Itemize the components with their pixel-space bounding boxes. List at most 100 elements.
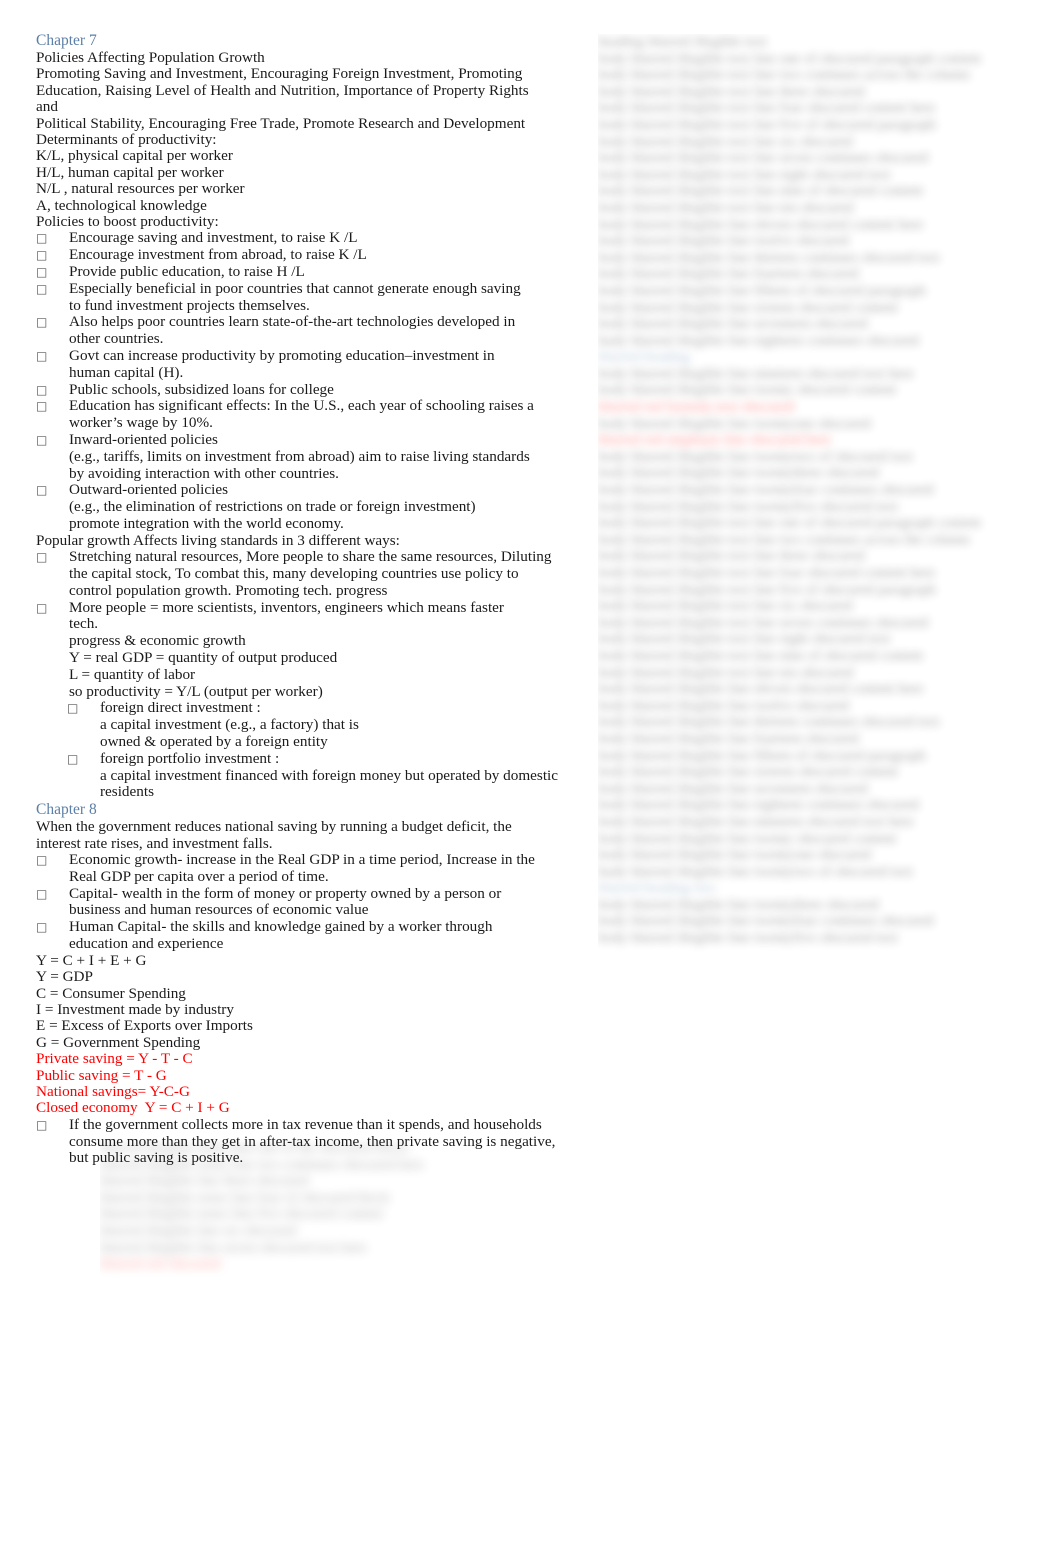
popular-growth-heading: Popular growth Affects living standards … <box>36 531 400 549</box>
bullet-box-icon: □ <box>36 382 48 397</box>
redacted-line: body blurred illegible line nineteen obs… <box>598 365 914 382</box>
list-item: □ Encourage saving and investment, to ra… <box>36 230 536 247</box>
redacted-line: body blurred illegible text line three o… <box>598 83 865 100</box>
red-formula-closed-economy: Closed economy Y = C + I + G <box>36 1099 230 1117</box>
bullet-box-icon: □ <box>36 550 48 565</box>
redacted-line: body blurred illegible text line seven c… <box>598 614 929 631</box>
redacted-bottom-left-content: blurred illegible notes line one of the … <box>100 1140 530 1273</box>
redacted-line: body blurred illegible line twenty obscu… <box>598 830 897 847</box>
redacted-line: body blurred illegible line twentyone ob… <box>598 415 871 432</box>
redacted-line: body blurred illegible text line six obs… <box>598 598 853 615</box>
red-formula-private-saving: Private saving = Y - T - C <box>36 1050 193 1068</box>
chapter7-line-9: Policies to boost productivity: <box>36 213 219 231</box>
redacted-bottom-left-block: blurred illegible notes line one of the … <box>100 1140 530 1325</box>
redacted-line: body blurred illegible line twentytwo of… <box>598 863 913 880</box>
identity-line-4: E = Excess of Exports over Imports <box>36 1017 253 1035</box>
chapter7-line-1: Promoting Saving and Investment, Encoura… <box>36 65 523 83</box>
list-item-text: Inward-oriented policies <box>69 431 218 449</box>
redacted-line: body blurred illegible line twelve obscu… <box>598 233 849 250</box>
bullet-box-icon: □ <box>36 852 48 867</box>
chapter8-intro-line1: When the government reduces national sav… <box>36 818 512 836</box>
chapter7-line-7: N/L , natural resources per worker <box>36 180 245 198</box>
list-item: □ Public schools, subsidized loans for c… <box>36 380 536 399</box>
chapter-8-heading: Chapter 8 <box>36 801 97 819</box>
document-page: Chapter 7 Policies Affecting Population … <box>0 0 1062 1561</box>
bullet-box-icon: □ <box>36 886 48 901</box>
redacted-line: body blurred illegible text line five of… <box>598 581 936 598</box>
list-item-text: Encourage saving and investment, to rais… <box>69 229 358 247</box>
redacted-right-column: heading blurred illegible text body blur… <box>598 34 1034 1334</box>
redacted-line: blurred illegible line six obscured <box>100 1222 297 1239</box>
chapter7-line-5: K/L, physical capital per worker <box>36 147 233 165</box>
identity-line-3: I = Investment made by industry <box>36 1000 234 1018</box>
list-item-growth-1: □ Stretching natural resources, More peo… <box>36 548 561 599</box>
redacted-line: body blurred illegible text line eight o… <box>598 166 891 183</box>
chapter8-intro-line2: interest rate rises, and investment fall… <box>36 834 273 852</box>
list-item-text: Also helps poor countries learn state-of… <box>69 313 516 348</box>
redacted-line: body blurred illegible line twenty obscu… <box>598 382 897 399</box>
redacted-line: body blurred illegible line twentyfour c… <box>598 913 934 930</box>
redacted-line: body blurred illegible line nineteen obs… <box>598 813 914 830</box>
fdi-detail-line1: a capital investment (e.g., a factory) t… <box>100 716 359 734</box>
redacted-line: body blurred illegible line fifteen of o… <box>598 747 926 764</box>
redacted-line: body blurred illegible line eleven obscu… <box>598 216 924 233</box>
bullet-box-icon: □ <box>36 433 48 448</box>
redacted-line: blurred illegible line three obscured <box>100 1173 309 1190</box>
bullet-box-icon: □ <box>36 349 48 364</box>
redacted-line: body blurred illegible line thirteen con… <box>598 249 940 266</box>
redacted-line: body blurred illegible line twelve obscu… <box>598 697 849 714</box>
redacted-line: blurred illegible notes line four of obs… <box>100 1189 390 1206</box>
list-item-fdi: □ foreign direct investment : <box>36 700 536 717</box>
bullet-box-icon: □ <box>67 701 79 716</box>
chapter7-line-4: Determinants of productivity: <box>36 131 217 149</box>
list-item-text: Provide public education, to raise H /L <box>69 263 305 281</box>
list-item-outward-policies: □ Outward-oriented policies <box>36 482 536 499</box>
redacted-line: body blurred illegible line eighteen con… <box>598 797 919 814</box>
list-item: □ Govt can increase productivity by prom… <box>36 347 536 382</box>
identity-line-2: C = Consumer Spending <box>36 984 186 1002</box>
outward-policies-detail-line2: promote integration with the world econo… <box>69 515 344 533</box>
redacted-line: body blurred illegible text line three o… <box>598 548 865 565</box>
redacted-line: body blurred illegible text line six obs… <box>598 133 853 150</box>
redacted-line: body blurred illegible line twentyone ob… <box>598 847 871 864</box>
redacted-line: body blurred illegible text line five of… <box>598 116 936 133</box>
chapter7-line-6: H/L, human capital per worker <box>36 163 224 181</box>
chapter-7-heading: Chapter 7 <box>36 32 97 49</box>
bullet-box-icon: □ <box>36 315 48 330</box>
redacted-line: body blurred illegible line thirteen con… <box>598 714 940 731</box>
list-item-text: Capital- wealth in the form of money or … <box>69 884 502 919</box>
list-item-text: Economic growth- increase in the Real GD… <box>69 850 535 885</box>
red-formula-public-saving: Public saving = T - G <box>36 1066 167 1084</box>
bullet-box-icon: □ <box>36 920 48 935</box>
bullet-box-icon: □ <box>36 231 48 246</box>
redacted-heading: blurred heading two <box>598 880 716 897</box>
redacted-line: body blurred illegible text line eight o… <box>598 631 891 648</box>
chapter7-line-0: Policies Affecting Population Growth <box>36 49 265 66</box>
redacted-line: body blurred illegible line twentyfour c… <box>598 482 934 499</box>
redacted-line: body blurred illegible text line seven c… <box>598 150 929 167</box>
bullet-box-icon: □ <box>36 281 48 296</box>
chapter7-line-8: A, technological knowledge <box>36 196 207 214</box>
list-item-text: Public schools, subsidized loans for col… <box>69 380 334 398</box>
redacted-line: body blurred illegible text line one of … <box>598 515 981 532</box>
growth-2-continuation: progress & economic growth <box>69 632 246 650</box>
redacted-line: body blurred illegible text line nine of… <box>598 647 924 664</box>
list-item-text: Human Capital- the skills and knowledge … <box>69 918 493 952</box>
left-text-column: Chapter 7 Policies Affecting Population … <box>36 32 558 1167</box>
redacted-line: body blurred illegible text line ten obs… <box>598 199 854 216</box>
definition-line-0: Y = real GDP = quantity of output produc… <box>69 649 338 666</box>
list-item-text: Encourage investment from abroad, to rai… <box>69 246 367 264</box>
redacted-line: body blurred illegible line fourteen obs… <box>598 730 859 747</box>
list-item-inward-policies: □ Inward-oriented policies <box>36 431 536 449</box>
redacted-line: blurred illegible notes line one of the … <box>100 1140 409 1156</box>
redacted-line: body blurred illegible line fifteen of o… <box>598 282 926 299</box>
redacted-line: blurred illegible notes line two continu… <box>100 1156 424 1173</box>
list-item: □ Encourage investment from abroad, to r… <box>36 246 536 264</box>
redacted-line: body blurred illegible line twentythree … <box>598 465 879 482</box>
redacted-line: body blurred illegible line eighteen con… <box>598 332 919 349</box>
list-item: □ Especially beneficial in poor countrie… <box>36 280 536 315</box>
redacted-line: body blurred illegible line twentythree … <box>598 896 879 913</box>
redacted-line: body blurred illegible text line nine of… <box>598 183 924 200</box>
identity-line-0: Y = C + I + E + G <box>36 951 147 969</box>
redacted-red-line: blurred red emphasis line obscured here <box>598 432 832 449</box>
